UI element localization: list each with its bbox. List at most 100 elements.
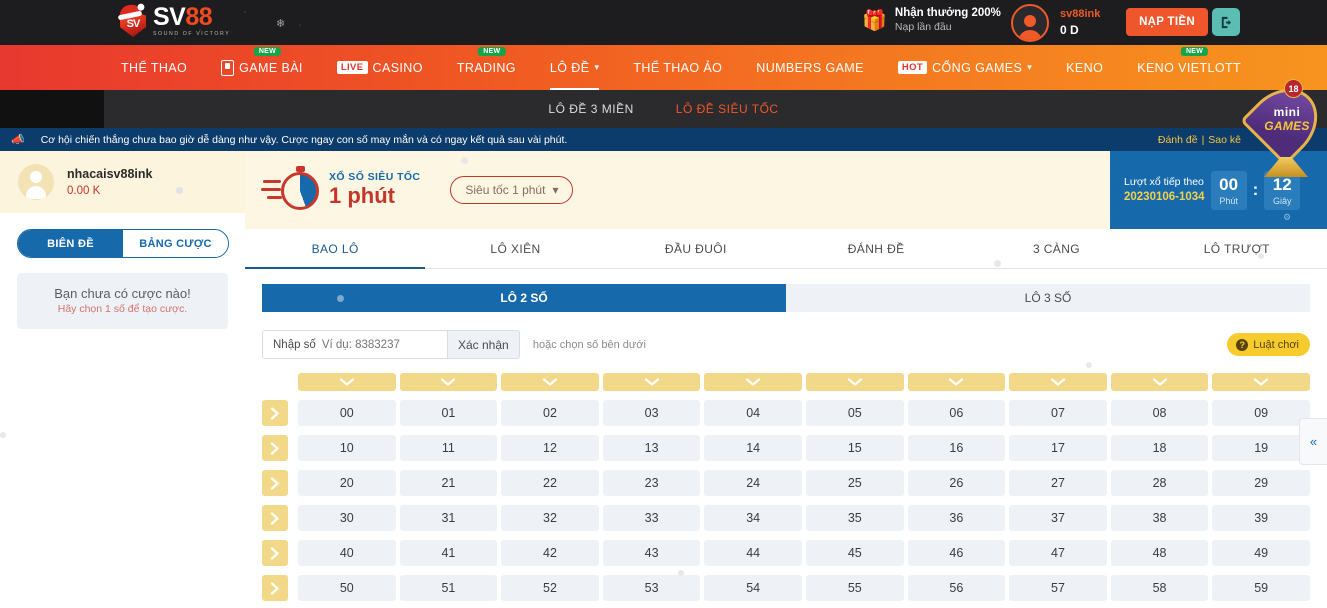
number-cell[interactable]: 20 [298,470,396,496]
tab-danh-de[interactable]: ĐÁNH ĐỀ [786,229,966,268]
tab-lo-truot[interactable]: LÔ TRƯỢT [1147,229,1327,268]
number-cell[interactable]: 06 [907,400,1006,426]
link-sao-ke[interactable]: Sao kê [1208,134,1241,146]
number-cell[interactable]: 51 [399,575,498,601]
grid-column-selector[interactable] [602,373,701,391]
grid-row-selector[interactable] [262,435,288,461]
number-cell[interactable]: 34 [704,505,802,531]
grid-column-selector[interactable] [298,373,396,391]
number-cell[interactable]: 04 [704,400,802,426]
grid-column-selector[interactable] [1009,373,1107,391]
number-input[interactable] [321,331,447,358]
link-danh-de[interactable]: Đánh đề [1158,134,1198,146]
toggle-bien-de[interactable]: BIÊN ĐỀ [18,230,123,257]
number-cell[interactable]: 11 [399,435,498,461]
number-cell[interactable]: 53 [602,575,701,601]
number-cell[interactable]: 36 [907,505,1006,531]
grid-column-selector[interactable] [704,373,802,391]
grid-column-selector[interactable] [907,373,1006,391]
number-cell[interactable]: 27 [1009,470,1107,496]
nav-item-cong-games[interactable]: HOT CỔNG GAMES ▾ [881,45,1049,90]
number-cell[interactable]: 09 [1212,400,1310,426]
nav-item-game-bai[interactable]: NEW GAME BÀI [204,45,320,90]
number-cell[interactable]: 46 [907,540,1006,566]
site-logo[interactable]: SV SV88 SOUND OF VICTORY [117,2,230,38]
toggle-bang-cuoc[interactable]: BẢNG CƯỢC [123,230,228,257]
number-cell[interactable]: 14 [704,435,802,461]
grid-column-selector[interactable] [805,373,904,391]
number-cell[interactable]: 37 [1009,505,1107,531]
number-cell[interactable]: 13 [602,435,701,461]
promo-banner[interactable]: 🎁 Nhận thưởng 200% Nạp lần đầu [862,6,1001,35]
grid-row-selector[interactable] [262,575,288,601]
number-cell[interactable]: 57 [1009,575,1107,601]
nav-item-the-thao-ao[interactable]: THỂ THAO ẢO [616,45,739,90]
tab-dau-duoi[interactable]: ĐẦU ĐUÔI [606,229,786,268]
deposit-button[interactable]: NẠP TIỀN [1126,8,1208,36]
number-cell[interactable]: 15 [805,435,904,461]
number-cell[interactable]: 40 [298,540,396,566]
tab-lo-xien[interactable]: LÔ XIÊN [425,229,605,268]
number-cell[interactable]: 42 [501,540,599,566]
number-cell[interactable]: 28 [1110,470,1209,496]
subtab-lo-3-so[interactable]: LÔ 3 SỐ [786,284,1310,312]
number-cell[interactable]: 56 [907,575,1006,601]
grid-row-selector[interactable] [262,470,288,496]
number-cell[interactable]: 30 [298,505,396,531]
number-cell[interactable]: 08 [1110,400,1209,426]
number-cell[interactable]: 55 [805,575,904,601]
nav-item-casino[interactable]: LIVE CASINO [320,45,440,90]
number-cell[interactable]: 33 [602,505,701,531]
number-cell[interactable]: 49 [1212,540,1310,566]
number-cell[interactable]: 18 [1110,435,1209,461]
number-cell[interactable]: 26 [907,470,1006,496]
grid-column-selector[interactable] [399,373,498,391]
number-cell[interactable]: 52 [501,575,599,601]
logout-button[interactable] [1212,8,1240,36]
number-cell[interactable]: 25 [805,470,904,496]
number-cell[interactable]: 58 [1110,575,1209,601]
number-cell[interactable]: 22 [501,470,599,496]
number-cell[interactable]: 23 [602,470,701,496]
number-cell[interactable]: 05 [805,400,904,426]
number-cell[interactable]: 29 [1212,470,1310,496]
number-cell[interactable]: 01 [399,400,498,426]
number-cell[interactable]: 16 [907,435,1006,461]
grid-column-selector[interactable] [1212,373,1310,391]
number-cell[interactable]: 43 [602,540,701,566]
number-cell[interactable]: 54 [704,575,802,601]
grid-row-selector[interactable] [262,540,288,566]
number-cell[interactable]: 07 [1009,400,1107,426]
number-cell[interactable]: 19 [1212,435,1310,461]
number-cell[interactable]: 45 [805,540,904,566]
number-cell[interactable]: 10 [298,435,396,461]
number-cell[interactable]: 24 [704,470,802,496]
number-cell[interactable]: 47 [1009,540,1107,566]
number-cell[interactable]: 48 [1110,540,1209,566]
number-cell[interactable]: 35 [805,505,904,531]
number-cell[interactable]: 50 [298,575,396,601]
nav-item-keno[interactable]: KENO [1049,45,1120,90]
nav-item-trading[interactable]: NEW TRADING [440,45,533,90]
tab-bao-lo[interactable]: BAO LÔ [245,229,426,269]
collapse-panel-button[interactable]: « [1299,418,1327,465]
number-cell[interactable]: 17 [1009,435,1107,461]
number-cell[interactable]: 32 [501,505,599,531]
nav-item-the-thao[interactable]: THỂ THAO [104,45,204,90]
confirm-button[interactable]: Xác nhận [446,331,519,358]
subnav-item-lo-de-3-mien[interactable]: LÔ ĐỀ 3 MIỀN [548,102,633,116]
subtab-lo-2-so[interactable]: LÔ 2 SỐ [262,284,786,312]
mini-game-badge[interactable]: mini GAMES 18 [1240,74,1327,185]
subnav-item-lo-de-sieu-toc[interactable]: LÔ ĐỀ SIÊU TỐC [676,102,779,116]
nav-item-keno-vietlott[interactable]: NEW KENO VIETLOTT [1120,45,1258,90]
number-cell[interactable]: 44 [704,540,802,566]
nav-item-numbers-game[interactable]: NUMBERS GAME [739,45,881,90]
number-cell[interactable]: 02 [501,400,599,426]
number-cell[interactable]: 00 [298,400,396,426]
rules-button[interactable]: ? Luật chơi [1227,333,1310,356]
number-cell[interactable]: 39 [1212,505,1310,531]
number-cell[interactable]: 21 [399,470,498,496]
nav-item-lo-de[interactable]: LÔ ĐỀ ▾ [533,45,616,90]
avatar[interactable] [1011,4,1049,42]
number-cell[interactable]: 38 [1110,505,1209,531]
